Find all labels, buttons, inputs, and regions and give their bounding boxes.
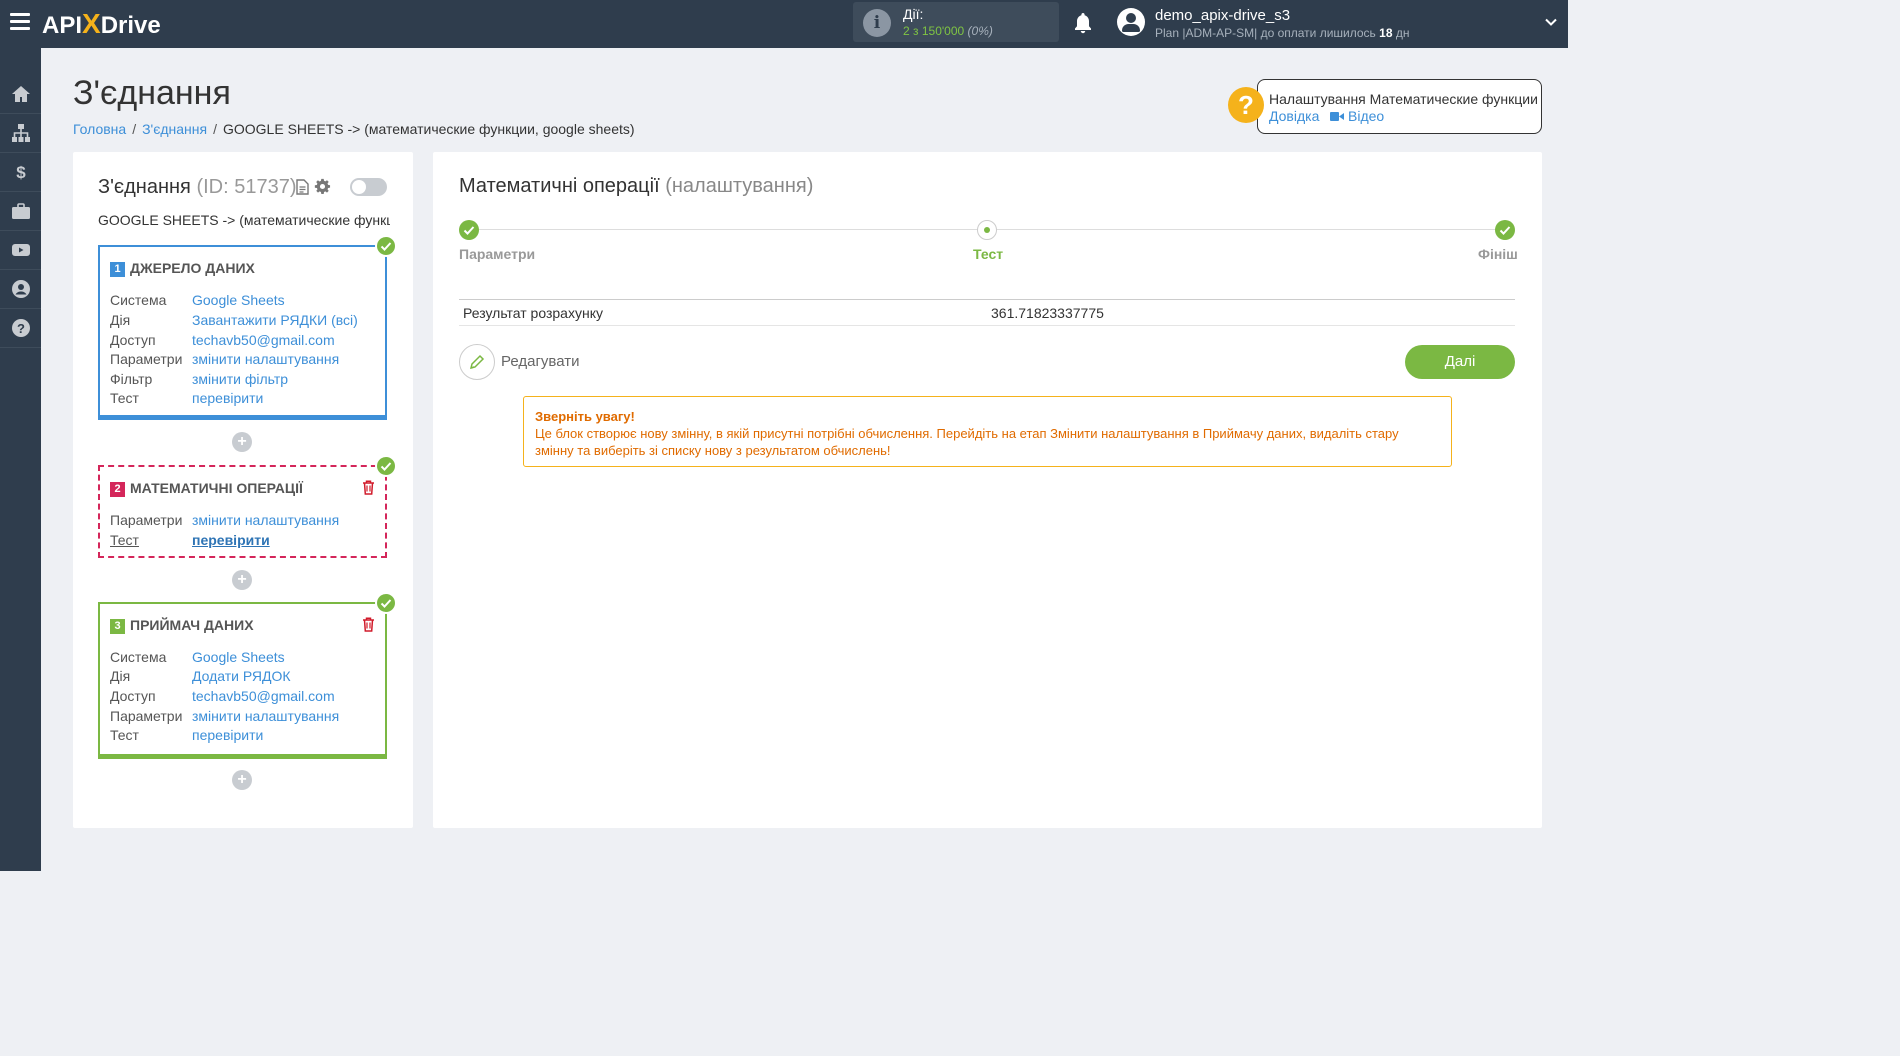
receiver-check-icon	[375, 592, 397, 614]
sidebar-item-help[interactable]: ?	[0, 309, 41, 348]
receiver-access-link[interactable]: techavb50@gmail.com	[192, 688, 335, 704]
add-block-button-2[interactable]: +	[232, 570, 252, 590]
breadcrumb: Головна / З'єднання / GOOGLE SHEETS -> (мате…	[73, 121, 635, 137]
menu-icon[interactable]	[10, 13, 30, 31]
bell-icon[interactable]	[1073, 12, 1093, 34]
delete-math-icon[interactable]	[362, 480, 375, 495]
receiver-action-link[interactable]: Додати РЯДОК	[192, 668, 291, 684]
step-finish-check-icon[interactable]	[1495, 220, 1515, 240]
dollar-icon: $	[16, 163, 26, 182]
math-params-link[interactable]: змінити налаштування	[192, 512, 339, 528]
result-label: Результат розрахунку	[463, 305, 603, 321]
source-system-link[interactable]: Google Sheets	[192, 292, 285, 308]
actions-value: 2 з 150'000 (0%)	[903, 24, 993, 38]
sitemap-icon	[11, 124, 30, 142]
chevron-down-icon[interactable]	[1545, 16, 1557, 28]
svg-text:$: $	[16, 163, 26, 182]
add-block-button[interactable]: +	[232, 432, 252, 452]
next-button[interactable]: Далі	[1405, 345, 1515, 379]
step-params-label[interactable]: Параметри	[459, 246, 535, 262]
source-test-link[interactable]: перевірити	[192, 390, 263, 406]
breadcrumb-current: GOOGLE SHEETS -> (математические функции…	[223, 121, 635, 137]
result-value: 361.71823337775	[991, 305, 1104, 321]
result-divider	[459, 299, 1515, 300]
warning-text: Це блок створює нову змінну, в якій прис…	[535, 426, 1399, 458]
sidebar-item-video[interactable]	[0, 231, 41, 270]
user-icon	[11, 280, 30, 298]
receiver-params-link[interactable]: змінити налаштування	[192, 708, 339, 724]
section-title: Математичні операції (налаштування)	[459, 175, 814, 197]
source-params-link[interactable]: змінити налаштування	[192, 351, 339, 367]
result-divider-bottom	[459, 325, 1515, 326]
avatar[interactable]	[1117, 8, 1145, 36]
help-title: Налаштування Математические функции	[1269, 91, 1538, 107]
actions-label: Дії:	[903, 6, 924, 22]
video-camera-icon	[1330, 112, 1344, 121]
home-icon	[11, 86, 30, 102]
sidebar-item-home[interactable]	[0, 75, 41, 114]
math-test-link[interactable]: перевірити	[192, 532, 270, 548]
gear-icon[interactable]	[314, 178, 331, 195]
math-check-icon	[375, 455, 397, 477]
connection-subtitle: GOOGLE SHEETS -> (математические функции	[98, 212, 390, 228]
sidebar-item-services[interactable]	[0, 192, 41, 231]
briefcase-icon	[11, 203, 30, 219]
sidebar-item-connections[interactable]	[0, 114, 41, 153]
warning-title: Зверніть увагу!	[535, 409, 635, 424]
sidebar: $ ?	[0, 48, 41, 871]
receiver-test-link[interactable]: перевірити	[192, 727, 263, 743]
receiver-block-title: 3 ПРИЙМАЧ ДАНИХ	[110, 617, 254, 634]
breadcrumb-connections[interactable]: З'єднання	[142, 121, 207, 137]
actions-counter[interactable]: i Дії: 2 з 150'000 (0%)	[853, 2, 1059, 42]
question-icon: ?	[11, 319, 30, 337]
youtube-icon	[11, 244, 30, 256]
step-params-check-icon[interactable]	[459, 220, 479, 240]
receiver-system-link[interactable]: Google Sheets	[192, 649, 285, 665]
delete-receiver-icon[interactable]	[362, 617, 375, 632]
receiver-block[interactable]: 3 ПРИЙМАЧ ДАНИХ Система Google Sheets Дія Д…	[98, 602, 387, 759]
plan-info: Plan |ADM-AP-SM| до оплати лишилось 18 д…	[1155, 26, 1410, 40]
username[interactable]: demo_apix-drive_s3	[1155, 7, 1290, 24]
add-block-button-3[interactable]: +	[232, 770, 252, 790]
page-title: З'єднання	[73, 74, 231, 112]
source-filter-link[interactable]: змінити фільтр	[192, 371, 288, 387]
sidebar-item-account[interactable]	[0, 270, 41, 309]
source-block-title: 1 ДЖЕРЕЛО ДАНИХ	[110, 260, 255, 277]
help-video-link[interactable]: Відео	[1348, 108, 1384, 124]
source-access-link[interactable]: techavb50@gmail.com	[192, 332, 335, 348]
math-block[interactable]: 2 МАТЕМАТИЧНІ ОПЕРАЦІЇ Параметри змінити н…	[98, 465, 387, 558]
math-block-title: 2 МАТЕМАТИЧНІ ОПЕРАЦІЇ	[110, 480, 303, 497]
sidebar-item-billing[interactable]: $	[0, 153, 41, 192]
help-docs-link[interactable]: Довідка	[1269, 108, 1319, 124]
connection-title: З'єднання (ID: 51737)	[98, 176, 297, 198]
document-icon[interactable]	[296, 179, 309, 195]
connection-toggle[interactable]	[350, 178, 387, 196]
pencil-icon	[469, 354, 485, 370]
edit-button[interactable]	[459, 344, 495, 380]
source-check-icon	[375, 235, 397, 257]
step-finish-label[interactable]: Фініш	[1478, 246, 1518, 262]
breadcrumb-home[interactable]: Головна	[73, 121, 126, 137]
logo[interactable]: APIXDrive	[42, 8, 161, 40]
warning-box: Зверніть увагу! Це блок створює нову змі…	[523, 396, 1452, 467]
step-test-dot[interactable]	[977, 220, 997, 240]
help-question-icon[interactable]: ?	[1228, 87, 1264, 123]
source-block[interactable]: 1 ДЖЕРЕЛО ДАНИХ Система Google Sheets Дія З…	[98, 245, 387, 420]
step-test-label[interactable]: Тест	[973, 246, 1003, 262]
edit-label[interactable]: Редагувати	[501, 353, 580, 370]
source-action-link[interactable]: Завантажити РЯДКИ (всі)	[192, 312, 358, 328]
info-icon: i	[863, 9, 891, 37]
svg-text:?: ?	[17, 321, 25, 336]
help-box: Налаштування Математические функции Дові…	[1257, 79, 1542, 134]
top-bar: APIXDrive i Дії: 2 з 150'000 (0%) demo_a…	[0, 0, 1568, 48]
